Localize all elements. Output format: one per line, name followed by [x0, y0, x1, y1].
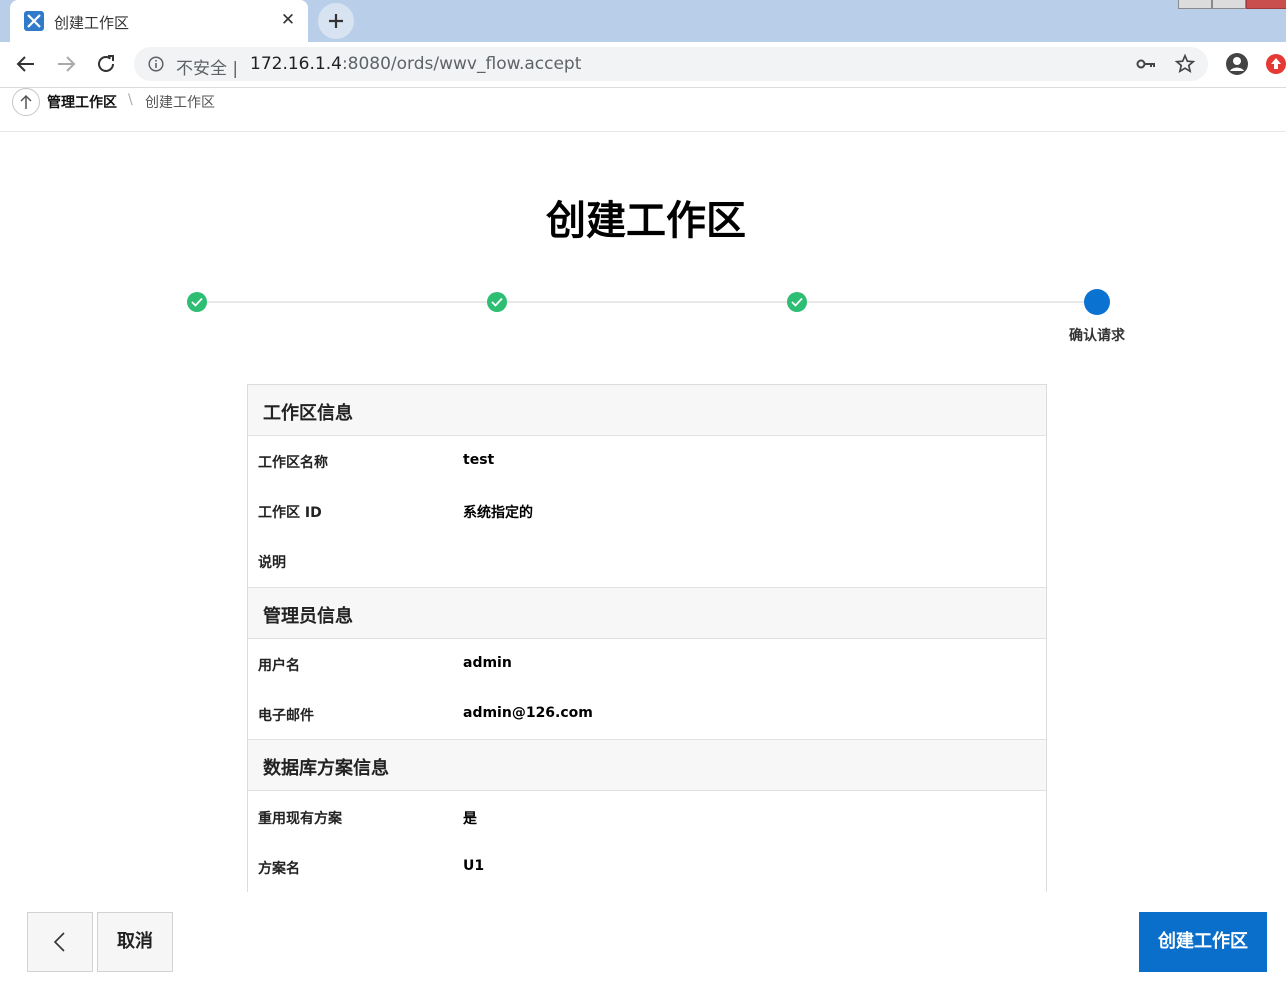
row-label: 电子邮件	[258, 708, 314, 724]
up-navigation-button[interactable]	[12, 88, 40, 116]
section-title: 工作区信息	[263, 403, 353, 424]
confirm-summary-panel: 工作区信息 工作区名称 test 工作区 ID 系统指定的 说明 管理员信息 用…	[247, 384, 1047, 893]
reload-icon[interactable]	[94, 52, 118, 76]
up-arrow-icon	[20, 94, 32, 109]
row-label: 工作区 ID	[258, 505, 322, 521]
reuse-schema-row: 重用现有方案 是	[248, 792, 1046, 842]
tab-title: 创建工作区	[54, 14, 130, 32]
breadcrumb-separator: \	[128, 92, 133, 108]
browser-tab[interactable]: 创建工作区 ✕	[10, 0, 308, 42]
browser-toolbar: 不安全 | 172.16.1.4:8080/ords/wwv_flow.acce…	[0, 42, 1286, 88]
wizard-step-4-current	[1084, 289, 1110, 315]
wizard-step-1-complete	[187, 292, 207, 312]
not-secure-label: 不安全 |	[176, 59, 239, 79]
check-icon	[791, 297, 803, 307]
plus-icon	[329, 14, 343, 28]
admin-info-header: 管理员信息	[248, 587, 1046, 639]
browser-tab-strip: 创建工作区 ✕	[0, 0, 1286, 42]
row-value: test	[463, 452, 495, 468]
wizard-progress-track	[197, 301, 1097, 303]
wizard-step-2-complete	[487, 292, 507, 312]
key-icon[interactable]	[1136, 56, 1158, 72]
row-label: 方案名	[258, 861, 300, 877]
row-value: 是	[463, 811, 477, 827]
tab-close-icon[interactable]: ✕	[278, 10, 298, 30]
section-title: 数据库方案信息	[263, 758, 389, 779]
schema-info-header: 数据库方案信息	[248, 739, 1046, 791]
apex-favicon-icon	[24, 11, 44, 31]
row-label: 说明	[258, 555, 286, 571]
workspace-info-header: 工作区信息	[248, 385, 1046, 436]
back-arrow-icon[interactable]	[14, 52, 38, 76]
wizard-footer: 取消 创建工作区	[0, 892, 1286, 986]
check-icon	[191, 297, 203, 307]
window-close-button[interactable]	[1246, 0, 1286, 9]
window-minimize-button[interactable]	[1178, 0, 1212, 9]
row-value: admin@126.com	[463, 705, 593, 721]
window-maximize-button[interactable]	[1212, 0, 1246, 9]
bookmark-star-icon[interactable]	[1174, 53, 1196, 75]
description-row: 说明	[248, 536, 1046, 586]
row-value: 系统指定的	[463, 505, 533, 521]
row-label: 用户名	[258, 658, 300, 674]
row-label: 重用现有方案	[258, 811, 342, 827]
cancel-button[interactable]: 取消	[97, 912, 173, 972]
breadcrumb-current: 创建工作区	[145, 95, 215, 111]
extension-icon[interactable]	[1265, 53, 1286, 75]
wizard-current-step-label: 确认请求	[1069, 328, 1125, 344]
row-label: 工作区名称	[258, 455, 328, 471]
workspace-name-row: 工作区名称 test	[248, 436, 1046, 486]
row-value: U1	[463, 858, 485, 874]
address-bar[interactable]: 不安全 | 172.16.1.4:8080/ords/wwv_flow.acce…	[134, 47, 1208, 81]
check-icon	[491, 297, 503, 307]
page-title: 创建工作区	[546, 198, 746, 244]
wizard-step-3-complete	[787, 292, 807, 312]
schema-name-row: 方案名 U1	[248, 842, 1046, 892]
info-icon[interactable]	[148, 56, 164, 72]
section-title: 管理员信息	[263, 606, 353, 627]
row-value: admin	[463, 655, 512, 671]
account-icon[interactable]	[1225, 52, 1249, 76]
previous-button[interactable]	[27, 912, 93, 972]
email-row: 电子邮件 admin@126.com	[248, 689, 1046, 739]
forward-arrow-icon[interactable]	[54, 52, 78, 76]
new-tab-button[interactable]	[318, 3, 354, 39]
username-row: 用户名 admin	[248, 639, 1046, 689]
create-workspace-button[interactable]: 创建工作区	[1139, 912, 1267, 972]
workspace-id-row: 工作区 ID 系统指定的	[248, 486, 1046, 536]
breadcrumb: 管理工作区 \ 创建工作区	[0, 88, 1286, 132]
url-text: 172.16.1.4:8080/ords/wwv_flow.accept	[250, 54, 582, 74]
chevron-left-icon	[53, 932, 65, 952]
breadcrumb-parent-link[interactable]: 管理工作区	[47, 92, 117, 112]
